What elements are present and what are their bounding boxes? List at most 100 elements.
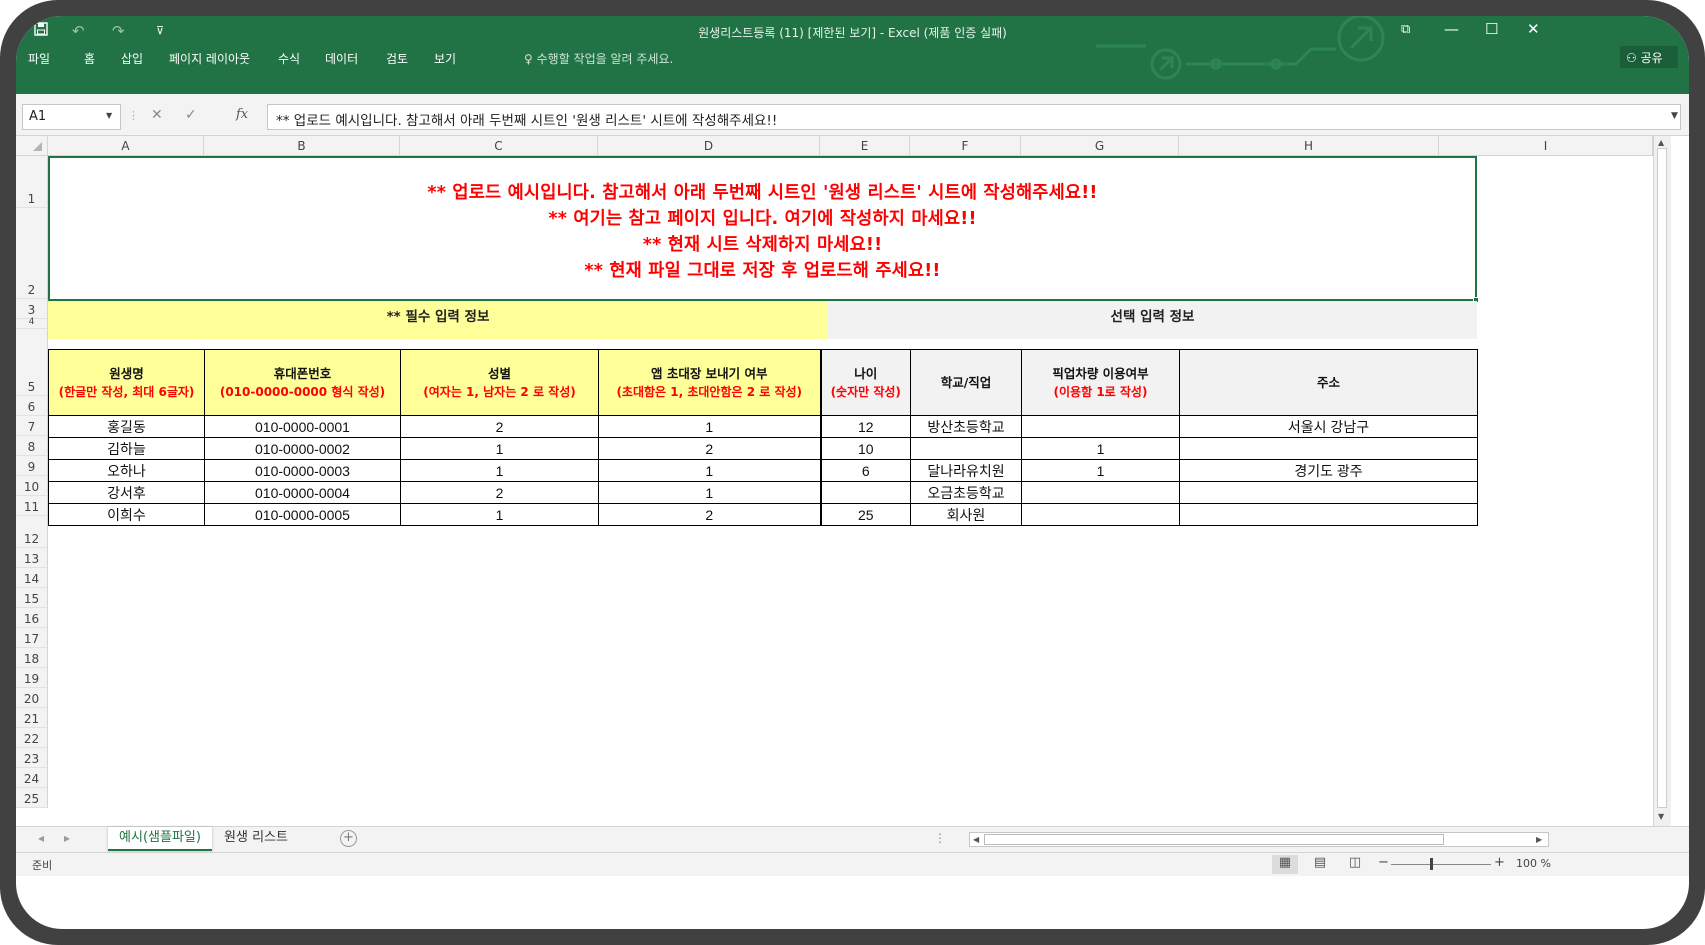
scroll-down-icon[interactable]: ▼ — [1658, 812, 1664, 821]
cell[interactable]: 회사원 — [910, 503, 1022, 526]
cell[interactable] — [910, 437, 1022, 460]
menu-home[interactable]: 홈 — [84, 50, 95, 67]
header-pickup[interactable]: 픽업차량 이용여부 (이용함 1로 작성) — [1021, 349, 1180, 416]
cell[interactable]: 2 — [400, 481, 599, 504]
formula-input[interactable]: ** 업로드 예시입니다. 참고해서 아래 두번째 시트인 '원생 리스트' 시… — [267, 104, 1681, 130]
row-header[interactable]: 7 — [16, 416, 48, 436]
menu-formulas[interactable]: 수식 — [278, 50, 300, 67]
row-header[interactable]: 18 — [16, 648, 48, 668]
cell[interactable] — [1179, 481, 1478, 504]
cell[interactable]: 1 — [1021, 459, 1180, 482]
horizontal-scroll-thumb[interactable] — [984, 834, 1444, 845]
cell[interactable]: 1 — [598, 415, 822, 438]
name-box-dropdown-icon[interactable]: ▼ — [106, 111, 112, 120]
share-button[interactable]: ⚇ 공유 — [1620, 46, 1678, 68]
cell[interactable]: 방산초등학교 — [910, 415, 1022, 438]
col-header-h[interactable]: H — [1179, 136, 1439, 156]
page-layout-view-icon[interactable]: ▤ — [1307, 855, 1333, 874]
cell[interactable] — [820, 481, 911, 504]
required-section-label[interactable]: ** 필수 입력 정보 — [48, 301, 828, 339]
row-header[interactable]: 6 — [16, 396, 48, 416]
cell[interactable]: 6 — [820, 459, 911, 482]
cell[interactable] — [1021, 503, 1180, 526]
cell[interactable]: 1 — [400, 459, 599, 482]
enter-icon[interactable]: ✓ — [185, 107, 197, 123]
zoom-in-icon[interactable]: + — [1494, 855, 1505, 870]
add-sheet-icon[interactable]: + — [340, 830, 357, 847]
cell[interactable]: 경기도 광주 — [1179, 459, 1478, 482]
row-header[interactable]: 20 — [16, 688, 48, 708]
cell[interactable]: 1 — [598, 481, 822, 504]
minimize-button[interactable]: — — [1444, 20, 1459, 38]
row-header[interactable]: 16 — [16, 608, 48, 628]
cell[interactable]: 서울시 강남구 — [1179, 415, 1478, 438]
menu-insert[interactable]: 삽입 — [121, 50, 143, 67]
cell[interactable]: 010-0000-0002 — [204, 437, 401, 460]
optional-section-label[interactable]: 선택 입력 정보 — [828, 301, 1477, 339]
row-header[interactable]: 2 — [16, 208, 48, 299]
insert-function-icon[interactable]: fx — [236, 107, 248, 122]
cell[interactable]: 12 — [820, 415, 911, 438]
cell[interactable]: 1 — [400, 503, 599, 526]
expand-formula-icon[interactable]: ▼ — [1671, 111, 1678, 121]
select-all-corner[interactable] — [16, 136, 48, 156]
cell[interactable] — [1179, 437, 1478, 460]
col-header-d[interactable]: D — [598, 136, 820, 156]
sheet-cells[interactable]: ** 업로드 예시입니다. 참고해서 아래 두번째 시트인 '원생 리스트' 시… — [48, 156, 1648, 896]
cell[interactable]: 이희수 — [48, 503, 205, 526]
cell[interactable]: 1 — [598, 459, 822, 482]
zoom-out-icon[interactable]: − — [1378, 855, 1389, 870]
cell[interactable]: 1 — [400, 437, 599, 460]
row-header[interactable]: 25 — [16, 788, 48, 808]
menu-file[interactable]: 파일 — [28, 50, 50, 67]
row-header[interactable]: 4 — [16, 318, 48, 329]
tab-student-list[interactable]: 원생 리스트 — [212, 827, 300, 851]
tab-sample-sheet[interactable]: 예시(샘플파일) — [108, 827, 212, 851]
tell-me-search[interactable]: ♀ 수행할 작업을 알려 주세요. — [524, 50, 673, 67]
notice-cell-a1[interactable]: ** 업로드 예시입니다. 참고해서 아래 두번째 시트인 '원생 리스트' 시… — [48, 156, 1477, 301]
cell[interactable]: 김하늘 — [48, 437, 205, 460]
cell[interactable]: 2 — [598, 503, 822, 526]
vertical-scrollbar[interactable]: ▲ ▼ — [1653, 136, 1671, 826]
prev-sheet-icon[interactable]: ◂ — [38, 831, 44, 845]
tab-splitter-icon[interactable]: ⋮ — [934, 831, 946, 845]
header-name[interactable]: 원생명 (한글만 작성, 최대 6글자) — [48, 349, 205, 416]
menu-page-layout[interactable]: 페이지 레이아웃 — [169, 50, 250, 67]
restore-button[interactable]: ☐ — [1485, 20, 1498, 38]
scroll-right-icon[interactable]: ▶ — [1536, 835, 1542, 844]
col-header-f[interactable]: F — [910, 136, 1021, 156]
horizontal-scrollbar[interactable]: ◀ ▶ — [969, 832, 1549, 847]
menu-view[interactable]: 보기 — [434, 50, 456, 67]
cell[interactable]: 010-0000-0003 — [204, 459, 401, 482]
row-header[interactable]: 12 — [16, 516, 48, 548]
row-header[interactable]: 10 — [16, 476, 48, 496]
scroll-left-icon[interactable]: ◀ — [973, 835, 979, 844]
header-phone[interactable]: 휴대폰번호 (010-0000-0000 형식 작성) — [204, 349, 401, 416]
zoom-level[interactable]: 100 % — [1516, 857, 1551, 870]
row-header[interactable]: 14 — [16, 568, 48, 588]
header-age[interactable]: 나이 (숫자만 작성) — [820, 349, 911, 416]
cell[interactable]: 강서후 — [48, 481, 205, 504]
row-header[interactable]: 1 — [16, 156, 48, 208]
row-header[interactable]: 13 — [16, 548, 48, 568]
row-header[interactable]: 23 — [16, 748, 48, 768]
cell[interactable]: 오하나 — [48, 459, 205, 482]
cancel-icon[interactable]: ✕ — [151, 107, 163, 123]
cell[interactable]: 2 — [400, 415, 599, 438]
row-header[interactable]: 3 — [16, 299, 48, 319]
header-address[interactable]: 주소 — [1179, 349, 1478, 416]
cell[interactable]: 오금초등학교 — [910, 481, 1022, 504]
next-sheet-icon[interactable]: ▸ — [64, 831, 70, 845]
cell[interactable] — [1021, 415, 1180, 438]
col-header-i[interactable]: I — [1439, 136, 1653, 156]
row-header[interactable]: 9 — [16, 456, 48, 476]
row-header[interactable]: 11 — [16, 496, 48, 516]
col-header-g[interactable]: G — [1021, 136, 1179, 156]
cell[interactable]: 010-0000-0001 — [204, 415, 401, 438]
page-break-view-icon[interactable]: ◫ — [1342, 855, 1368, 874]
row-header[interactable]: 15 — [16, 588, 48, 608]
vertical-scroll-thumb[interactable] — [1657, 148, 1667, 808]
cell[interactable]: 1 — [1021, 437, 1180, 460]
col-header-e[interactable]: E — [820, 136, 910, 156]
close-button[interactable]: ✕ — [1527, 20, 1540, 38]
